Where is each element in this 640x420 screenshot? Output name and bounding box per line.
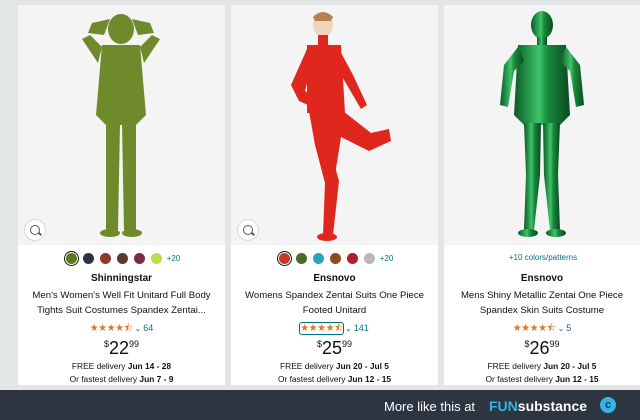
color-swatch[interactable] [295,253,307,264]
fastest-delivery-info: Or fastest delivery Jun 7 - 9 [18,374,225,384]
color-swatch[interactable] [150,253,162,264]
chevron-down-icon[interactable]: ⌄ [345,324,352,333]
price-fraction: 99 [342,339,353,349]
color-swatch[interactable] [99,253,111,264]
logo-rest: substance [517,398,588,414]
free-delivery-label: FREE delivery [487,361,544,371]
product-card[interactable]: +10 colors/patterns Ensnovo Mens Shiny M… [444,5,640,385]
logo-fun: FUN [489,398,518,414]
product-image[interactable] [231,5,438,245]
product-brand: Shinningstar [90,273,153,284]
star-rating-icon[interactable]: ★★★★⯪ [299,322,345,335]
product-title-line[interactable]: Men's Women's Well Fit Unitard Full Body [24,288,219,303]
color-swatch[interactable] [63,250,80,267]
product-title-line[interactable]: Mens Shiny Metallic Zentai One Piece [450,288,634,303]
product-grid: +20 Shinningstar Men's Women's Well Fit … [0,0,640,390]
product-brand: Ensnovo [313,273,356,284]
color-swatches: +10 colors/patterns [444,253,640,269]
rating: ★★★★⯪ ⌄ 5 [444,321,640,334]
color-swatch[interactable] [133,253,145,264]
product-image[interactable] [444,5,640,245]
price-whole: 22 [108,338,130,358]
color-swatch[interactable] [116,253,128,264]
zoom-icon[interactable] [24,219,46,241]
chevron-down-icon[interactable]: ⌄ [558,324,565,333]
free-delivery-dates: Jun 20 - Jul 5 [335,361,389,371]
fastest-delivery-label: Or fastest delivery [69,374,140,384]
color-swatches: +20 [18,250,225,269]
color-swatches: +20 [231,250,438,269]
rating: ★★★★⯪ ⌄ 141 [231,321,438,335]
color-swatch[interactable] [312,253,324,264]
free-delivery-label: FREE delivery [71,361,128,371]
price-fraction: 99 [129,339,140,349]
rating-count-link[interactable]: 5 [566,323,571,333]
star-rating-icon[interactable]: ★★★★⯪ [90,323,133,334]
product-card[interactable]: +20 Ensnovo Womens Spandex Zentai Suits … [231,5,438,385]
product-title[interactable]: Womens Spandex Zentai Suits One Piece Fo… [237,288,432,318]
product-price[interactable]: $2599 [231,338,438,359]
product-title[interactable]: Mens Shiny Metallic Zentai One Piece Spa… [450,288,634,318]
price-whole: 25 [321,338,343,358]
color-swatch[interactable] [346,253,358,264]
more-colors-link[interactable]: +20 [380,254,394,263]
footer-more-text: More like this at [384,399,476,414]
free-delivery-info: FREE delivery Jun 20 - Jul 5 [444,361,640,371]
rating: ★★★★⯪ ⌄ 64 [18,321,225,334]
zentai-figure-image [500,11,584,237]
star-rating-icon[interactable]: ★★★★⯪ [513,323,556,334]
rating-count-link[interactable]: 64 [143,323,153,333]
product-title[interactable]: Men's Women's Well Fit Unitard Full Body… [24,288,219,318]
zentai-figure-image [291,12,391,241]
product-title-line[interactable]: Footed Unitard [237,303,432,318]
free-delivery-label: FREE delivery [280,361,336,371]
more-colors-link[interactable]: +10 colors/patterns [509,253,577,262]
free-delivery-info: FREE delivery Jun 20 - Jul 5 [231,361,438,371]
fastest-delivery-dates: Jun 12 - 15 [555,374,599,384]
product-brand: Ensnovo [520,273,564,284]
fastest-delivery-info: Or fastest delivery Jun 12 - 15 [231,374,438,384]
fastest-delivery-label: Or fastest delivery [485,374,556,384]
site-logo[interactable]: FUNsubstance [489,398,587,414]
fastest-delivery-info: Or fastest delivery Jun 12 - 15 [444,374,640,384]
color-swatch[interactable] [329,253,341,264]
free-delivery-dates: Jun 14 - 28 [127,361,172,371]
fastest-delivery-label: Or fastest delivery [277,374,348,384]
product-title-line[interactable]: Womens Spandex Zentai Suits One Piece [237,288,432,303]
product-title-line[interactable]: Tights Suit Costumes Spandex Zentai... [24,303,219,318]
fastest-delivery-dates: Jun 12 - 15 [347,374,392,384]
product-card[interactable]: +20 Shinningstar Men's Women's Well Fit … [18,5,225,385]
zoom-icon[interactable] [237,219,259,241]
color-swatch[interactable] [82,253,94,264]
color-swatch[interactable] [276,250,293,267]
product-price[interactable]: $2699 [444,338,640,359]
product-title-line[interactable]: Spandex Skin Suits Costume [450,303,634,318]
price-fraction: 99 [549,339,560,349]
zentai-figure-image [82,14,160,237]
price-whole: 26 [529,338,550,358]
chevron-down-icon[interactable]: ⌄ [135,324,142,333]
free-delivery-dates: Jun 20 - Jul 5 [543,361,597,371]
color-swatch[interactable] [363,253,375,264]
product-price[interactable]: $2299 [18,338,225,359]
fastest-delivery-dates: Jun 7 - 9 [139,374,174,384]
free-delivery-info: FREE delivery Jun 14 - 28 [18,361,225,371]
more-colors-link[interactable]: +20 [167,254,181,263]
rating-count-link[interactable]: 141 [354,323,369,333]
product-image[interactable] [18,5,225,245]
watermark-footer: More like this at FUNsubstance c [0,390,640,420]
logo-mark-icon: c [600,397,616,413]
